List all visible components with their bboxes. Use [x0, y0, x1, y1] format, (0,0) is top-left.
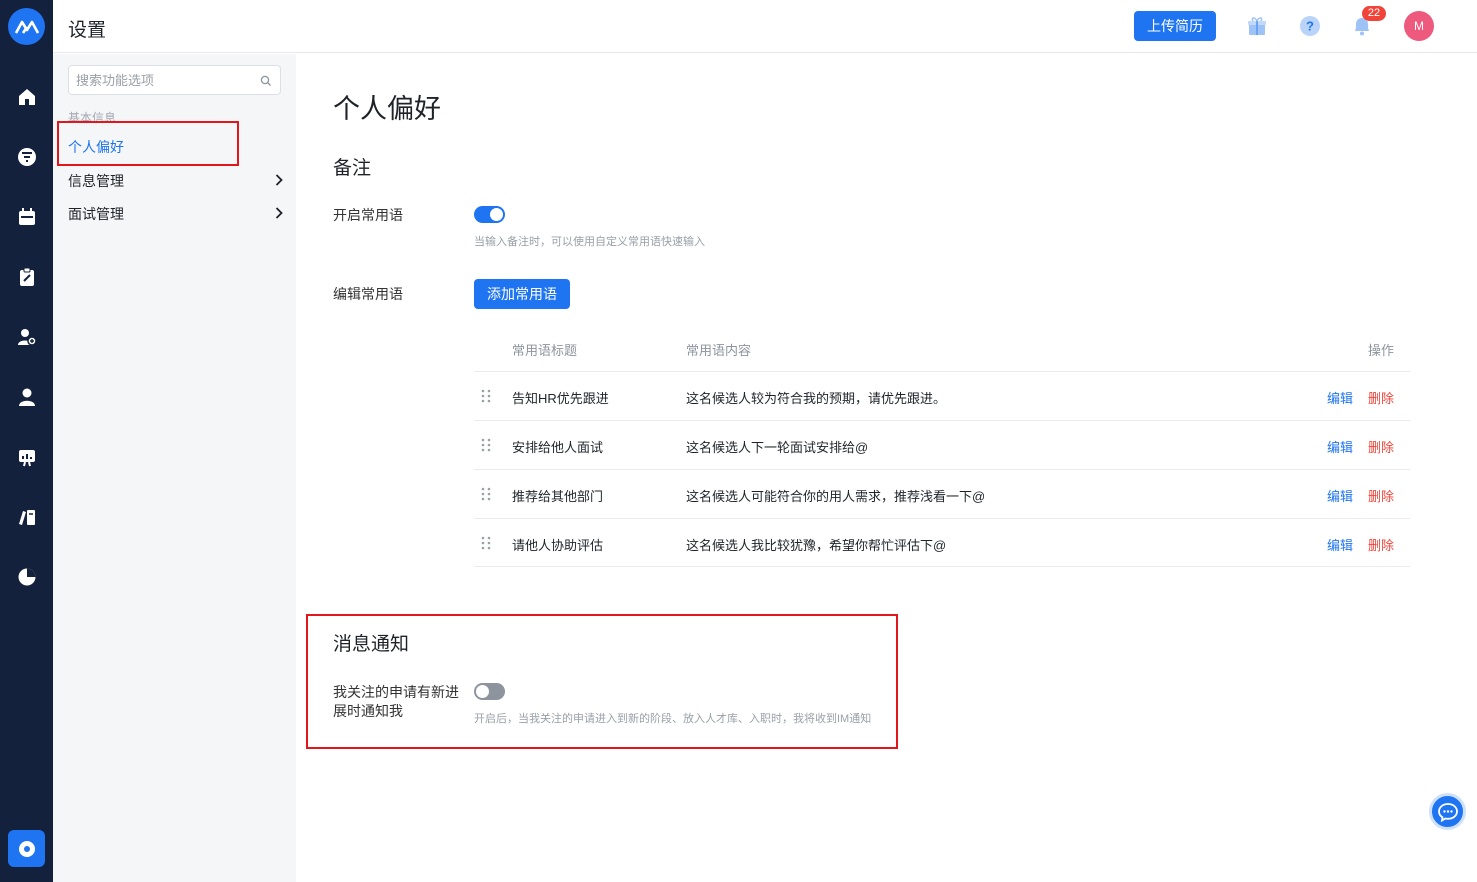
chat-icon — [1437, 802, 1458, 822]
settings-button[interactable] — [8, 830, 45, 867]
drag-handle-icon[interactable] — [480, 389, 492, 408]
calendar-icon[interactable] — [14, 204, 40, 230]
settings-sidebar: 基本信息 个人偏好 信息管理 面试管理 — [53, 54, 296, 882]
group-label: 基本信息 — [68, 111, 117, 125]
sidebar-item-interview-management[interactable]: 面试管理 — [68, 202, 283, 226]
chevron-right-icon — [275, 173, 283, 189]
gift-icon[interactable] — [1245, 14, 1269, 38]
books-icon[interactable] — [14, 504, 40, 530]
delete-phrase-link[interactable]: 删除 — [1368, 388, 1394, 407]
column-header-actions: 操作 — [1368, 343, 1395, 358]
phrase-content: 这名候选人较为符合我的预期，请优先跟进。 — [686, 391, 947, 406]
page-title: 设置 — [68, 20, 107, 41]
delete-phrase-link[interactable]: 删除 — [1368, 437, 1394, 456]
notes-section-title: 备注 — [333, 158, 372, 179]
toggle-knob — [490, 208, 503, 221]
enable-phrases-hint: 当输入备注时，可以使用自定义常用语快速输入 — [474, 236, 705, 248]
enable-phrases-label: 开启常用语 — [333, 207, 403, 223]
top-header: 设置 上传简历 ? 22 M — [53, 0, 1477, 53]
filter-icon[interactable] — [14, 144, 40, 170]
table-row: 推荐给其他部门 这名候选人可能符合你的用人需求，推荐浅看一下@ 编辑 删除 — [474, 469, 1410, 518]
svg-text:?: ? — [1306, 19, 1314, 34]
app-logo[interactable] — [8, 8, 45, 45]
phrase-title: 请他人协助评估 — [512, 538, 604, 553]
upload-resume-button[interactable]: 上传简历 — [1134, 11, 1216, 41]
phrase-title: 告知HR优先跟进 — [512, 391, 609, 406]
clipboard-icon[interactable] — [14, 264, 40, 290]
main-title: 个人偏好 — [333, 94, 441, 124]
edit-phrase-link[interactable]: 编辑 — [1327, 486, 1353, 505]
column-header-content: 常用语内容 — [686, 343, 752, 358]
notify-label-line1: 我关注的申请有新进 — [333, 684, 459, 700]
enable-phrases-toggle[interactable] — [474, 206, 505, 223]
phrase-content: 这名候选人我比较犹豫，希望你帮忙评估下@ — [686, 538, 947, 553]
drag-handle-icon[interactable] — [480, 438, 492, 457]
sidebar-item-label: 信息管理 — [68, 173, 124, 189]
drag-handle-icon[interactable] — [480, 536, 492, 555]
sidebar-item-label: 个人偏好 — [68, 139, 124, 155]
notify-hint: 开启后，当我关注的申请进入到新的阶段、放入人才库、入职时，我将收到IM通知 — [474, 713, 872, 725]
notify-toggle[interactable] — [474, 683, 505, 700]
app-rail — [0, 0, 53, 882]
chevron-right-icon — [275, 206, 283, 222]
chat-button[interactable] — [1429, 793, 1466, 830]
user-add-icon[interactable] — [14, 324, 40, 350]
delete-phrase-link[interactable]: 删除 — [1368, 486, 1394, 505]
settings-icon — [18, 840, 35, 857]
column-header-title: 常用语标题 — [512, 343, 578, 358]
presentation-icon[interactable] — [14, 444, 40, 470]
sidebar-item-personal-preference[interactable]: 个人偏好 — [68, 135, 283, 159]
add-phrase-button[interactable]: 添加常用语 — [474, 279, 570, 309]
drag-handle-icon[interactable] — [480, 487, 492, 506]
notify-section-title: 消息通知 — [333, 634, 410, 655]
edit-phrase-link[interactable]: 编辑 — [1327, 535, 1353, 554]
edit-phrase-link[interactable]: 编辑 — [1327, 388, 1353, 407]
search-icon[interactable] — [260, 74, 272, 92]
avatar[interactable]: M — [1404, 11, 1434, 41]
phrase-title: 安排给他人面试 — [512, 440, 604, 455]
edit-phrase-link[interactable]: 编辑 — [1327, 437, 1353, 456]
logo-icon — [14, 20, 39, 34]
home-icon[interactable] — [14, 84, 40, 110]
sidebar-item-info-management[interactable]: 信息管理 — [68, 169, 283, 193]
user-icon[interactable] — [14, 384, 40, 410]
search-box — [68, 65, 281, 95]
phrase-content: 这名候选人可能符合你的用人需求，推荐浅看一下@ — [686, 489, 986, 504]
toggle-knob — [476, 685, 489, 698]
table-row: 请他人协助评估 这名候选人我比较犹豫，希望你帮忙评估下@ 编辑 删除 — [474, 518, 1410, 567]
phrase-content: 这名候选人下一轮面试安排给@ — [686, 440, 869, 455]
phrase-title: 推荐给其他部门 — [512, 489, 604, 504]
search-input[interactable] — [76, 72, 256, 88]
pie-chart-icon[interactable] — [14, 564, 40, 590]
table-row: 告知HR优先跟进 这名候选人较为符合我的预期，请优先跟进。 编辑 删除 — [474, 371, 1410, 420]
help-icon[interactable]: ? — [1298, 14, 1322, 38]
notification-badge: 22 — [1362, 6, 1386, 21]
edit-phrases-label: 编辑常用语 — [333, 286, 403, 302]
notify-label-line2: 展时通知我 — [333, 703, 403, 719]
table-row: 安排给他人面试 这名候选人下一轮面试安排给@ 编辑 删除 — [474, 420, 1410, 469]
delete-phrase-link[interactable]: 删除 — [1368, 535, 1394, 554]
table-divider — [474, 566, 1410, 567]
sidebar-item-label: 面试管理 — [68, 206, 124, 222]
